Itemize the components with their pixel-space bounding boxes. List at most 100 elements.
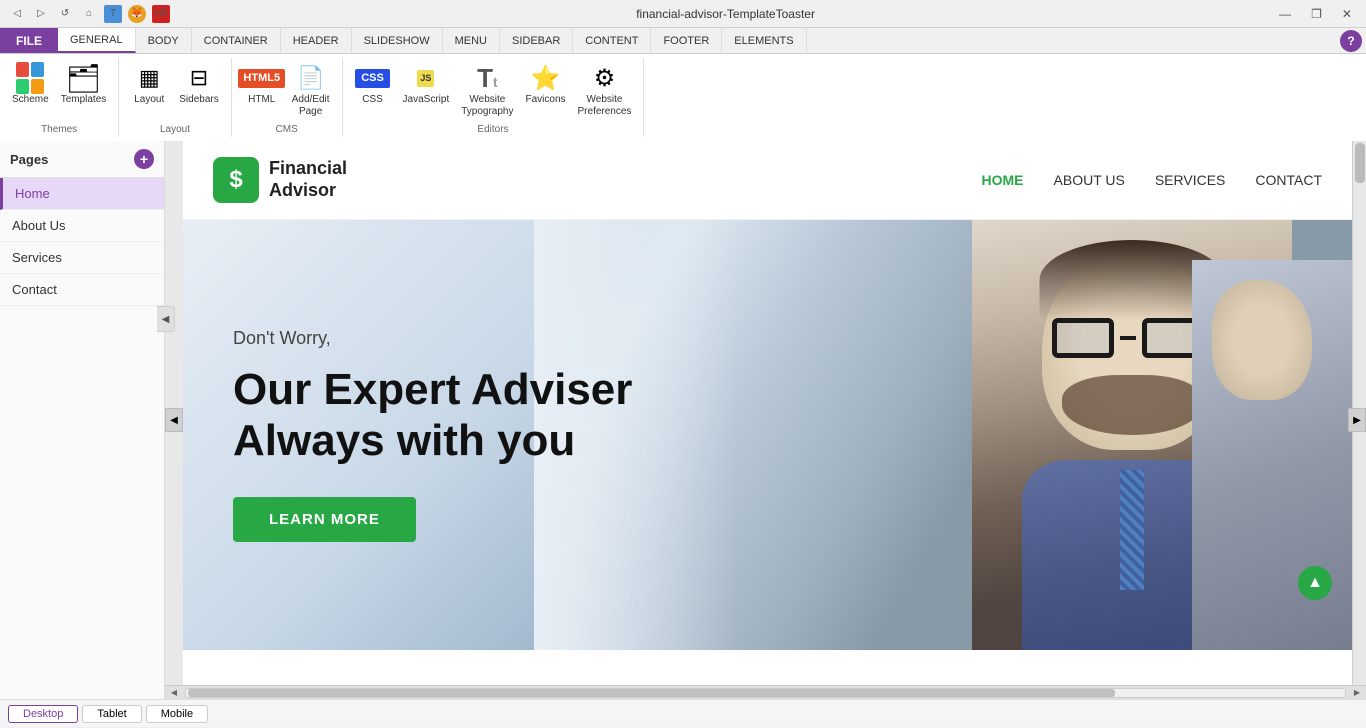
layout-label: Layout [134,94,164,106]
logo-icon: $ [213,157,259,203]
help-button[interactable]: ? [1340,30,1362,52]
pages-sidebar: Pages + Home About Us Services Contact [0,141,165,699]
add-edit-page-button[interactable]: 📄 Add/Edit Page [288,60,334,120]
tab-menu[interactable]: MENU [443,28,500,53]
html-button[interactable]: HTML5 HTML [240,60,284,108]
themes-items: Scheme 🗂 Templates [8,60,110,122]
editors-label: Editors [477,122,508,135]
website-typography-button[interactable]: Tt Website Typography [457,60,517,120]
close-button[interactable]: ✕ [1336,5,1358,23]
nav-services[interactable]: SERVICES [1155,172,1226,188]
scheme-button[interactable]: Scheme [8,60,53,108]
website-preview: $ Financial Advisor HOME ABOUT US SERVIC… [183,141,1352,699]
css-icon: CSS [357,62,389,94]
hero-title-line2: Always with you [233,416,632,467]
tab-body[interactable]: BODY [136,28,192,53]
sidebars-button[interactable]: ⊟ Sidebars [175,60,222,108]
tab-header[interactable]: HEADER [281,28,352,53]
tablet-view-button[interactable]: Tablet [82,705,141,723]
favicons-icon: ⭐ [530,62,562,94]
tab-slideshow[interactable]: SLIDESHOW [352,28,443,53]
desktop-view-button[interactable]: Desktop [8,705,78,723]
templates-label: Templates [61,94,107,106]
hscroll-right[interactable]: ▶ [1348,687,1366,699]
site-logo: $ Financial Advisor [213,157,347,203]
favicons-button[interactable]: ⭐ Favicons [522,60,570,108]
refresh-icon[interactable]: ↺ [56,5,74,23]
minimize-button[interactable]: — [1273,5,1297,23]
cms-items: HTML5 HTML 📄 Add/Edit Page [240,60,334,122]
cms-label: CMS [276,122,298,135]
css-label: CSS [362,94,383,106]
tab-content[interactable]: CONTENT [573,28,651,53]
scheme-label: Scheme [12,94,49,106]
javascript-button[interactable]: JS JavaScript [399,60,454,108]
title-bar: ◁ ▷ ↺ ⌂ T 🦊 H5 financial-advisor-Templat… [0,0,1366,28]
tab-sidebar[interactable]: SIDEBAR [500,28,573,53]
hero-title: Our Expert Adviser Always with you [233,365,632,466]
logo-line2: Advisor [269,180,347,202]
site-header: $ Financial Advisor HOME ABOUT US SERVIC… [183,141,1352,220]
title-bar-left: ◁ ▷ ↺ ⌂ T 🦊 H5 [8,5,178,23]
themes-label: Themes [41,122,77,135]
templates-icon: 🗂 [67,62,99,94]
sidebar-item-contact[interactable]: Contact [0,274,164,306]
app-icon-red: H5 [152,5,170,23]
hero-content: Don't Worry, Our Expert Adviser Always w… [183,288,682,581]
hscroll-track[interactable] [185,688,1346,698]
site-hero: Don't Worry, Our Expert Adviser Always w… [183,220,1352,650]
add-edit-label: Add/Edit Page [292,94,330,118]
editors-items: CSS CSS JS JavaScript Tt Website Typogra… [351,60,636,122]
collapse-sidebar-button[interactable]: ◀ [157,306,175,332]
scroll-left-button[interactable]: ◀ [165,408,183,432]
templates-button[interactable]: 🗂 Templates [57,60,111,108]
css-button[interactable]: CSS CSS [351,60,395,108]
sidebar-item-services[interactable]: Services [0,242,164,274]
app-icon-blue: T [104,5,122,23]
sidebar-item-about-us[interactable]: About Us [0,210,164,242]
nav-contact[interactable]: CONTACT [1255,172,1322,188]
site-nav: HOME ABOUT US SERVICES CONTACT [982,172,1322,188]
scrollbar-thumb[interactable] [1355,143,1365,183]
ribbon-group-layout: ▦ Layout ⊟ Sidebars Layout [119,58,231,137]
layout-label-group: Layout [160,122,190,135]
sidebar-item-home[interactable]: Home [0,178,164,210]
tab-footer[interactable]: FOOTER [651,28,722,53]
hero-subtitle: Don't Worry, [233,328,632,349]
ribbon-tabs: FILE GENERAL BODY CONTAINER HEADER SLIDE… [0,28,1366,54]
logo-text: Financial Advisor [269,158,347,201]
tab-file[interactable]: FILE [0,28,58,53]
preview-area: ◀ ▶ $ Financial Advisor HOME ABOUT US [165,141,1366,699]
ribbon-group-themes: Scheme 🗂 Templates Themes [0,58,119,137]
typography-label: Website Typography [461,94,513,118]
layout-button[interactable]: ▦ Layout [127,60,171,108]
scroll-right-button[interactable]: ▶ [1348,408,1366,432]
learn-more-button[interactable]: LEARN MORE [233,497,416,542]
back-to-top-button[interactable]: ▲ [1298,566,1332,600]
website-preferences-button[interactable]: ⚙ Website Preferences [574,60,636,120]
preferences-label: Website Preferences [578,94,632,118]
tab-container[interactable]: CONTAINER [192,28,281,53]
mobile-view-button[interactable]: Mobile [146,705,208,723]
javascript-icon: JS [410,62,442,94]
sidebars-label: Sidebars [179,94,218,106]
nav-about-us[interactable]: ABOUT US [1054,172,1125,188]
ribbon-content: Scheme 🗂 Templates Themes ▦ Layout ⊟ Sid… [0,54,1366,141]
tab-elements[interactable]: ELEMENTS [722,28,806,53]
scheme-icon [14,62,46,94]
tab-general[interactable]: GENERAL [58,28,136,53]
add-page-button[interactable]: + [134,149,154,169]
horizontal-scrollbar[interactable]: ◀ ▶ [165,685,1366,699]
toolbar-icons: ◁ ▷ ↺ ⌂ T 🦊 H5 [8,5,170,23]
html-icon: HTML5 [246,62,278,94]
hero-title-line1: Our Expert Adviser [233,365,632,416]
forward-icon[interactable]: ▷ [32,5,50,23]
nav-home[interactable]: HOME [982,172,1024,188]
logo-line1: Financial [269,158,347,180]
hscroll-left[interactable]: ◀ [165,687,183,699]
sidebar-header: Pages + [0,141,164,178]
back-icon[interactable]: ◁ [8,5,26,23]
home-icon[interactable]: ⌂ [80,5,98,23]
maximize-button[interactable]: ❐ [1305,5,1328,23]
bottom-bar: Desktop Tablet Mobile [0,699,1366,727]
